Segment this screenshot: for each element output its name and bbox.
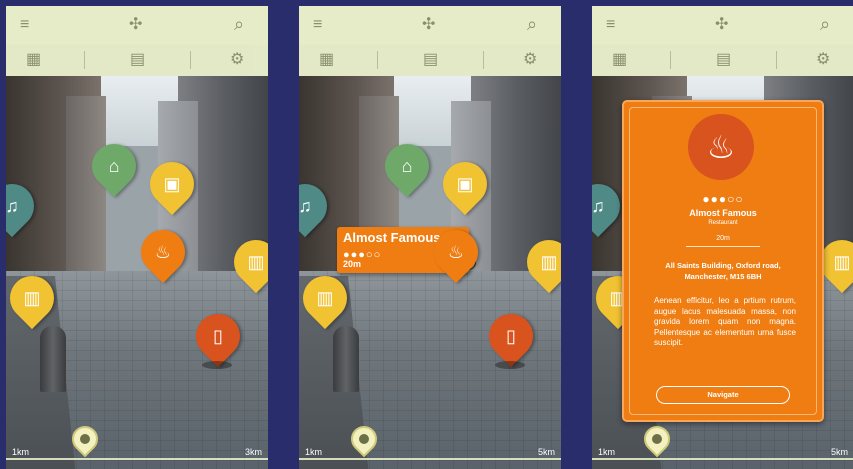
bollard — [333, 326, 359, 392]
phone-shop-pin[interactable]: ▯ — [479, 304, 543, 368]
divider — [190, 51, 191, 69]
clipboard-icon[interactable]: ▤ — [716, 52, 731, 68]
phone-screen-1: ≡ ✣ ⌕ ▦ ▤ ⚙ ⌂ ▣ ♫ ♨ ▥ ▥ ▯ 1km 3km — [6, 6, 268, 469]
bee-logo-icon: ✣ — [422, 16, 436, 33]
card-address: All Saints Building, Oxford road, Manche… — [665, 261, 781, 281]
museum-icon: ⌂ — [401, 155, 413, 176]
scale-slider[interactable] — [299, 458, 561, 460]
divider — [670, 51, 671, 69]
distance-scale: 1km 5km — [299, 443, 561, 460]
tram-icon: ▣ — [163, 173, 181, 194]
divider — [686, 246, 760, 247]
phone-icon: ▯ — [506, 325, 516, 346]
scale-max-label: 5km — [537, 447, 555, 457]
map-icon[interactable]: ▦ — [612, 52, 627, 68]
search-icon[interactable]: ⌕ — [820, 15, 830, 33]
transport-pin[interactable]: ▣ — [433, 152, 497, 216]
restaurant-pin[interactable]: ♨ — [424, 220, 488, 284]
menu-icon[interactable]: ≡ — [606, 17, 615, 33]
card-distance: 20m — [716, 235, 730, 242]
chef-hat-icon: ♨ — [154, 241, 172, 262]
pitch-icon: ▥ — [23, 287, 41, 308]
bee-logo-icon: ✣ — [715, 16, 729, 33]
map-icon[interactable]: ▦ — [26, 52, 41, 68]
scale-min-label: 1km — [12, 447, 30, 457]
pin-shadow — [495, 361, 525, 369]
scale-max-label: 3km — [244, 447, 262, 457]
card-place-name: Almost Famous — [689, 208, 757, 218]
pitch-icon: ▥ — [833, 251, 851, 272]
guitar-icon: ♫ — [299, 195, 312, 216]
view-toolbar: ▦ ▤ ⚙ — [6, 44, 268, 76]
menu-icon[interactable]: ≡ — [313, 17, 322, 33]
distance-scale: 1km 5km — [592, 443, 853, 460]
map-icon[interactable]: ▦ — [319, 52, 334, 68]
transport-pin[interactable]: ▣ — [140, 152, 204, 216]
divider — [776, 51, 777, 69]
scale-min-label: 1km — [305, 447, 323, 457]
pitch-icon: ▥ — [540, 251, 558, 272]
phone-shop-pin[interactable]: ▯ — [186, 304, 250, 368]
phone-icon: ▯ — [213, 325, 223, 346]
top-bar: ≡ ✣ ⌕ — [299, 6, 561, 45]
filters-icon[interactable]: ⚙ — [230, 52, 244, 68]
museum-pin[interactable]: ⌂ — [82, 134, 146, 198]
top-bar: ≡ ✣ ⌕ — [592, 6, 853, 45]
bollard — [40, 326, 66, 392]
divider — [84, 51, 85, 69]
restaurant-pin[interactable]: ♨ — [131, 220, 195, 284]
search-icon[interactable]: ⌕ — [527, 15, 537, 33]
pin-shadow — [202, 361, 232, 369]
clipboard-icon[interactable]: ▤ — [130, 52, 145, 68]
card-description: Aenean efficitur, leo a prtium rutrum, a… — [654, 296, 796, 347]
bee-logo-icon: ✣ — [129, 16, 143, 33]
guitar-icon: ♫ — [6, 195, 19, 216]
phone-screen-3: ≡ ✣ ⌕ ▦ ▤ ⚙ ♫ ▥ ▥ ♨ ●●●○○ Almost Famous … — [592, 6, 853, 469]
menu-icon[interactable]: ≡ — [20, 17, 29, 33]
view-toolbar: ▦ ▤ ⚙ — [592, 44, 853, 76]
scale-slider[interactable] — [592, 458, 853, 460]
view-toolbar: ▦ ▤ ⚙ — [299, 44, 561, 76]
phone-screen-2: ≡ ✣ ⌕ ▦ ▤ ⚙ ⌂ ▣ ♫ ▥ ▥ ▯ Almost Famous ●●… — [299, 6, 561, 469]
guitar-icon: ♫ — [592, 195, 605, 216]
museum-pin[interactable]: ⌂ — [375, 134, 439, 198]
scale-min-label: 1km — [598, 447, 616, 457]
tram-icon: ▣ — [456, 173, 474, 194]
divider — [483, 51, 484, 69]
scale-slider[interactable] — [6, 458, 268, 460]
scale-max-label: 5km — [830, 447, 848, 457]
filters-icon[interactable]: ⚙ — [816, 52, 830, 68]
place-detail-card: ♨ ●●●○○ Almost Famous Restaurant 20m All… — [622, 100, 824, 422]
card-category: Restaurant — [708, 220, 738, 226]
distance-scale: 1km 3km — [6, 443, 268, 460]
museum-icon: ⌂ — [108, 155, 120, 176]
card-rating: ●●●○○ — [702, 192, 744, 206]
tooltip-title: Almost Famous — [343, 230, 441, 245]
navigate-button[interactable]: Navigate — [656, 386, 790, 404]
divider — [377, 51, 378, 69]
chef-hat-icon: ♨ — [688, 114, 754, 180]
search-icon[interactable]: ⌕ — [234, 15, 244, 33]
pitch-icon: ▥ — [247, 251, 265, 272]
restaurant-logo-glyph: ♨ — [706, 129, 736, 165]
top-bar: ≡ ✣ ⌕ — [6, 6, 268, 45]
chef-hat-icon: ♨ — [447, 241, 465, 262]
pitch-icon: ▥ — [316, 287, 334, 308]
tooltip-distance: 20m — [343, 259, 362, 269]
clipboard-icon[interactable]: ▤ — [423, 52, 438, 68]
filters-icon[interactable]: ⚙ — [523, 52, 537, 68]
